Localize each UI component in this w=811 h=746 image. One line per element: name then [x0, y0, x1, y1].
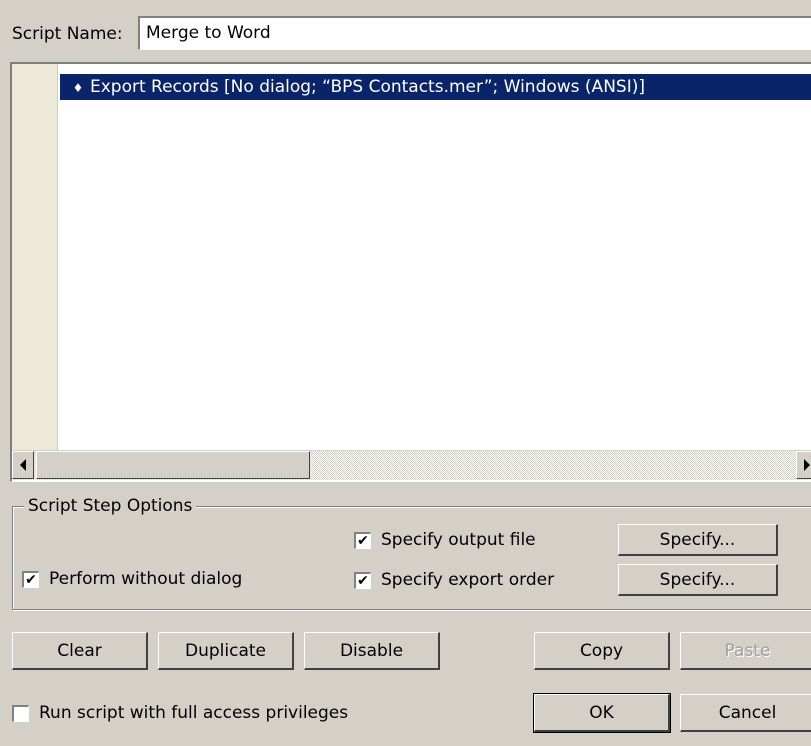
duplicate-button[interactable]: Duplicate — [158, 632, 294, 670]
specify-export-order-checkbox[interactable]: ✔ Specify export order — [354, 570, 554, 590]
check-icon: ✔ — [357, 572, 369, 589]
specify-output-file-checkbox[interactable]: ✔ Specify output file — [354, 530, 536, 550]
arrow-right-icon — [804, 459, 810, 471]
drag-handle-icon[interactable]: ♦ — [66, 75, 90, 100]
perform-without-dialog-checkbox[interactable]: ✔ Perform without dialog — [22, 569, 242, 589]
paste-button[interactable]: Paste — [680, 632, 811, 670]
specify-export-order-label: Specify export order — [381, 570, 555, 590]
full-access-checkbox[interactable]: Run script with full access privileges — [12, 703, 348, 723]
full-access-label: Run script with full access privileges — [39, 703, 349, 723]
copy-button[interactable]: Copy — [534, 632, 670, 670]
ok-button[interactable]: OK — [533, 693, 671, 733]
steps-gutter — [12, 64, 58, 450]
script-step-text: Export Records [No dialog; “BPS Contacts… — [90, 77, 645, 97]
scroll-thumb[interactable] — [36, 451, 310, 479]
script-step-row[interactable]: ♦ Export Records [No dialog; “BPS Contact… — [60, 74, 811, 100]
specify-output-file-label: Specify output file — [381, 530, 536, 550]
scroll-left-button[interactable] — [12, 451, 34, 479]
disable-button[interactable]: Disable — [304, 632, 440, 670]
scroll-right-button[interactable] — [796, 451, 811, 479]
perform-without-dialog-label: Perform without dialog — [49, 569, 243, 589]
script-name-input[interactable]: Merge to Word — [138, 16, 811, 50]
arrow-left-icon — [20, 459, 26, 471]
specify-output-file-button[interactable]: Specify... — [618, 524, 778, 556]
horizontal-scrollbar[interactable] — [12, 450, 811, 480]
check-icon: ✔ — [357, 532, 369, 549]
checkbox-box[interactable]: ✔ — [354, 571, 371, 589]
script-name-label: Script Name: — [12, 24, 123, 44]
checkbox-box[interactable] — [12, 704, 29, 722]
clear-button[interactable]: Clear — [12, 632, 148, 670]
script-step-options-legend: Script Step Options — [24, 496, 197, 516]
checkbox-box[interactable]: ✔ — [354, 531, 371, 549]
specify-export-order-button[interactable]: Specify... — [618, 564, 778, 596]
cancel-button[interactable]: Cancel — [680, 694, 811, 732]
checkbox-box[interactable]: ✔ — [22, 570, 39, 588]
check-icon: ✔ — [25, 571, 37, 588]
script-steps-list[interactable]: ♦ Export Records [No dialog; “BPS Contact… — [10, 62, 811, 482]
